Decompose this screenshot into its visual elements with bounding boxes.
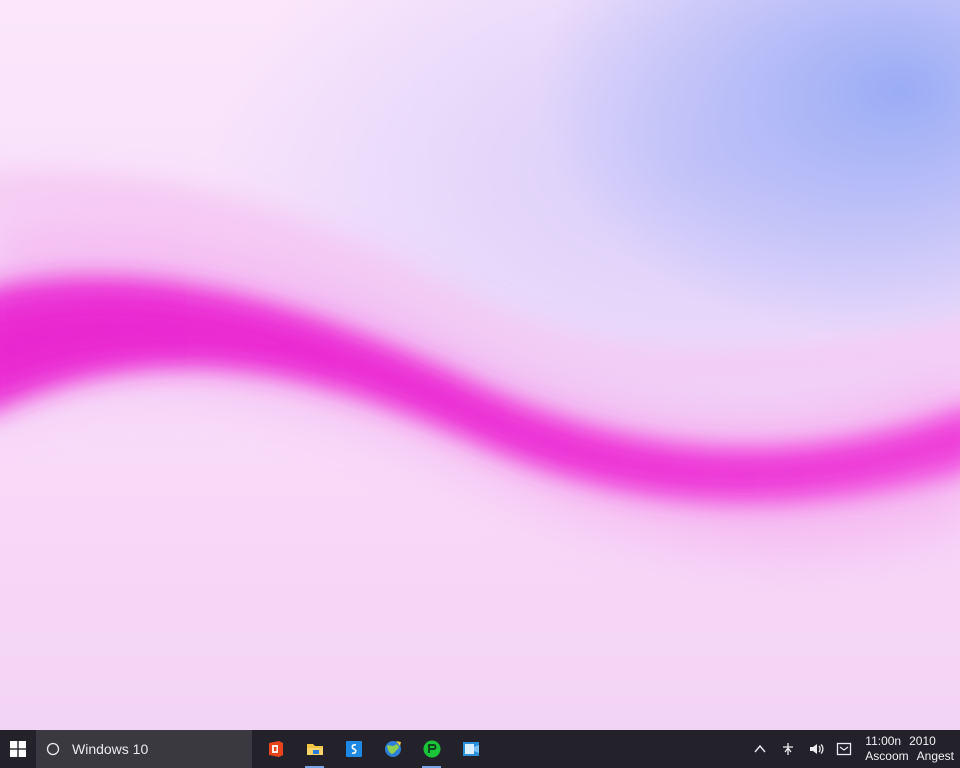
taskbar: Windows 10 11:00n 2010 Ascoom Angest — [0, 730, 960, 768]
store-icon — [345, 741, 362, 757]
clock-time: 11:00n — [865, 734, 902, 748]
taskbar-app-mail[interactable] — [451, 730, 490, 768]
start-button[interactable] — [0, 730, 36, 768]
taskbar-app-browser[interactable] — [373, 730, 412, 768]
volume-icon[interactable] — [807, 740, 825, 758]
taskbar-app-office[interactable] — [256, 730, 295, 768]
search-text: Windows 10 — [72, 741, 149, 757]
folder-icon — [306, 744, 323, 755]
clock-line2-left: Ascoom — [865, 749, 909, 763]
taskbar-app-green[interactable] — [412, 730, 451, 768]
search-box[interactable]: Windows 10 — [36, 730, 252, 768]
search-circle-icon — [46, 742, 60, 756]
windows-logo-icon — [10, 741, 26, 757]
clock-year: 2010 — [909, 734, 936, 748]
clock-line2-right: Angest — [916, 749, 954, 763]
office-icon — [268, 741, 283, 757]
network-icon[interactable] — [779, 740, 797, 758]
clock[interactable]: 11:00n 2010 Ascoom Angest — [865, 730, 954, 768]
taskbar-apps — [256, 730, 490, 768]
mail-icon — [462, 742, 479, 756]
desktop-wallpaper — [0, 0, 960, 730]
chevron-up-icon[interactable] — [751, 740, 769, 758]
green-circle-icon — [423, 740, 440, 758]
system-tray — [751, 730, 857, 768]
wallpaper-wave — [0, 168, 960, 555]
taskbar-app-store[interactable] — [334, 730, 373, 768]
globe-icon — [384, 741, 401, 757]
taskbar-app-file-explorer[interactable] — [295, 730, 334, 768]
message-icon[interactable] — [835, 740, 853, 758]
